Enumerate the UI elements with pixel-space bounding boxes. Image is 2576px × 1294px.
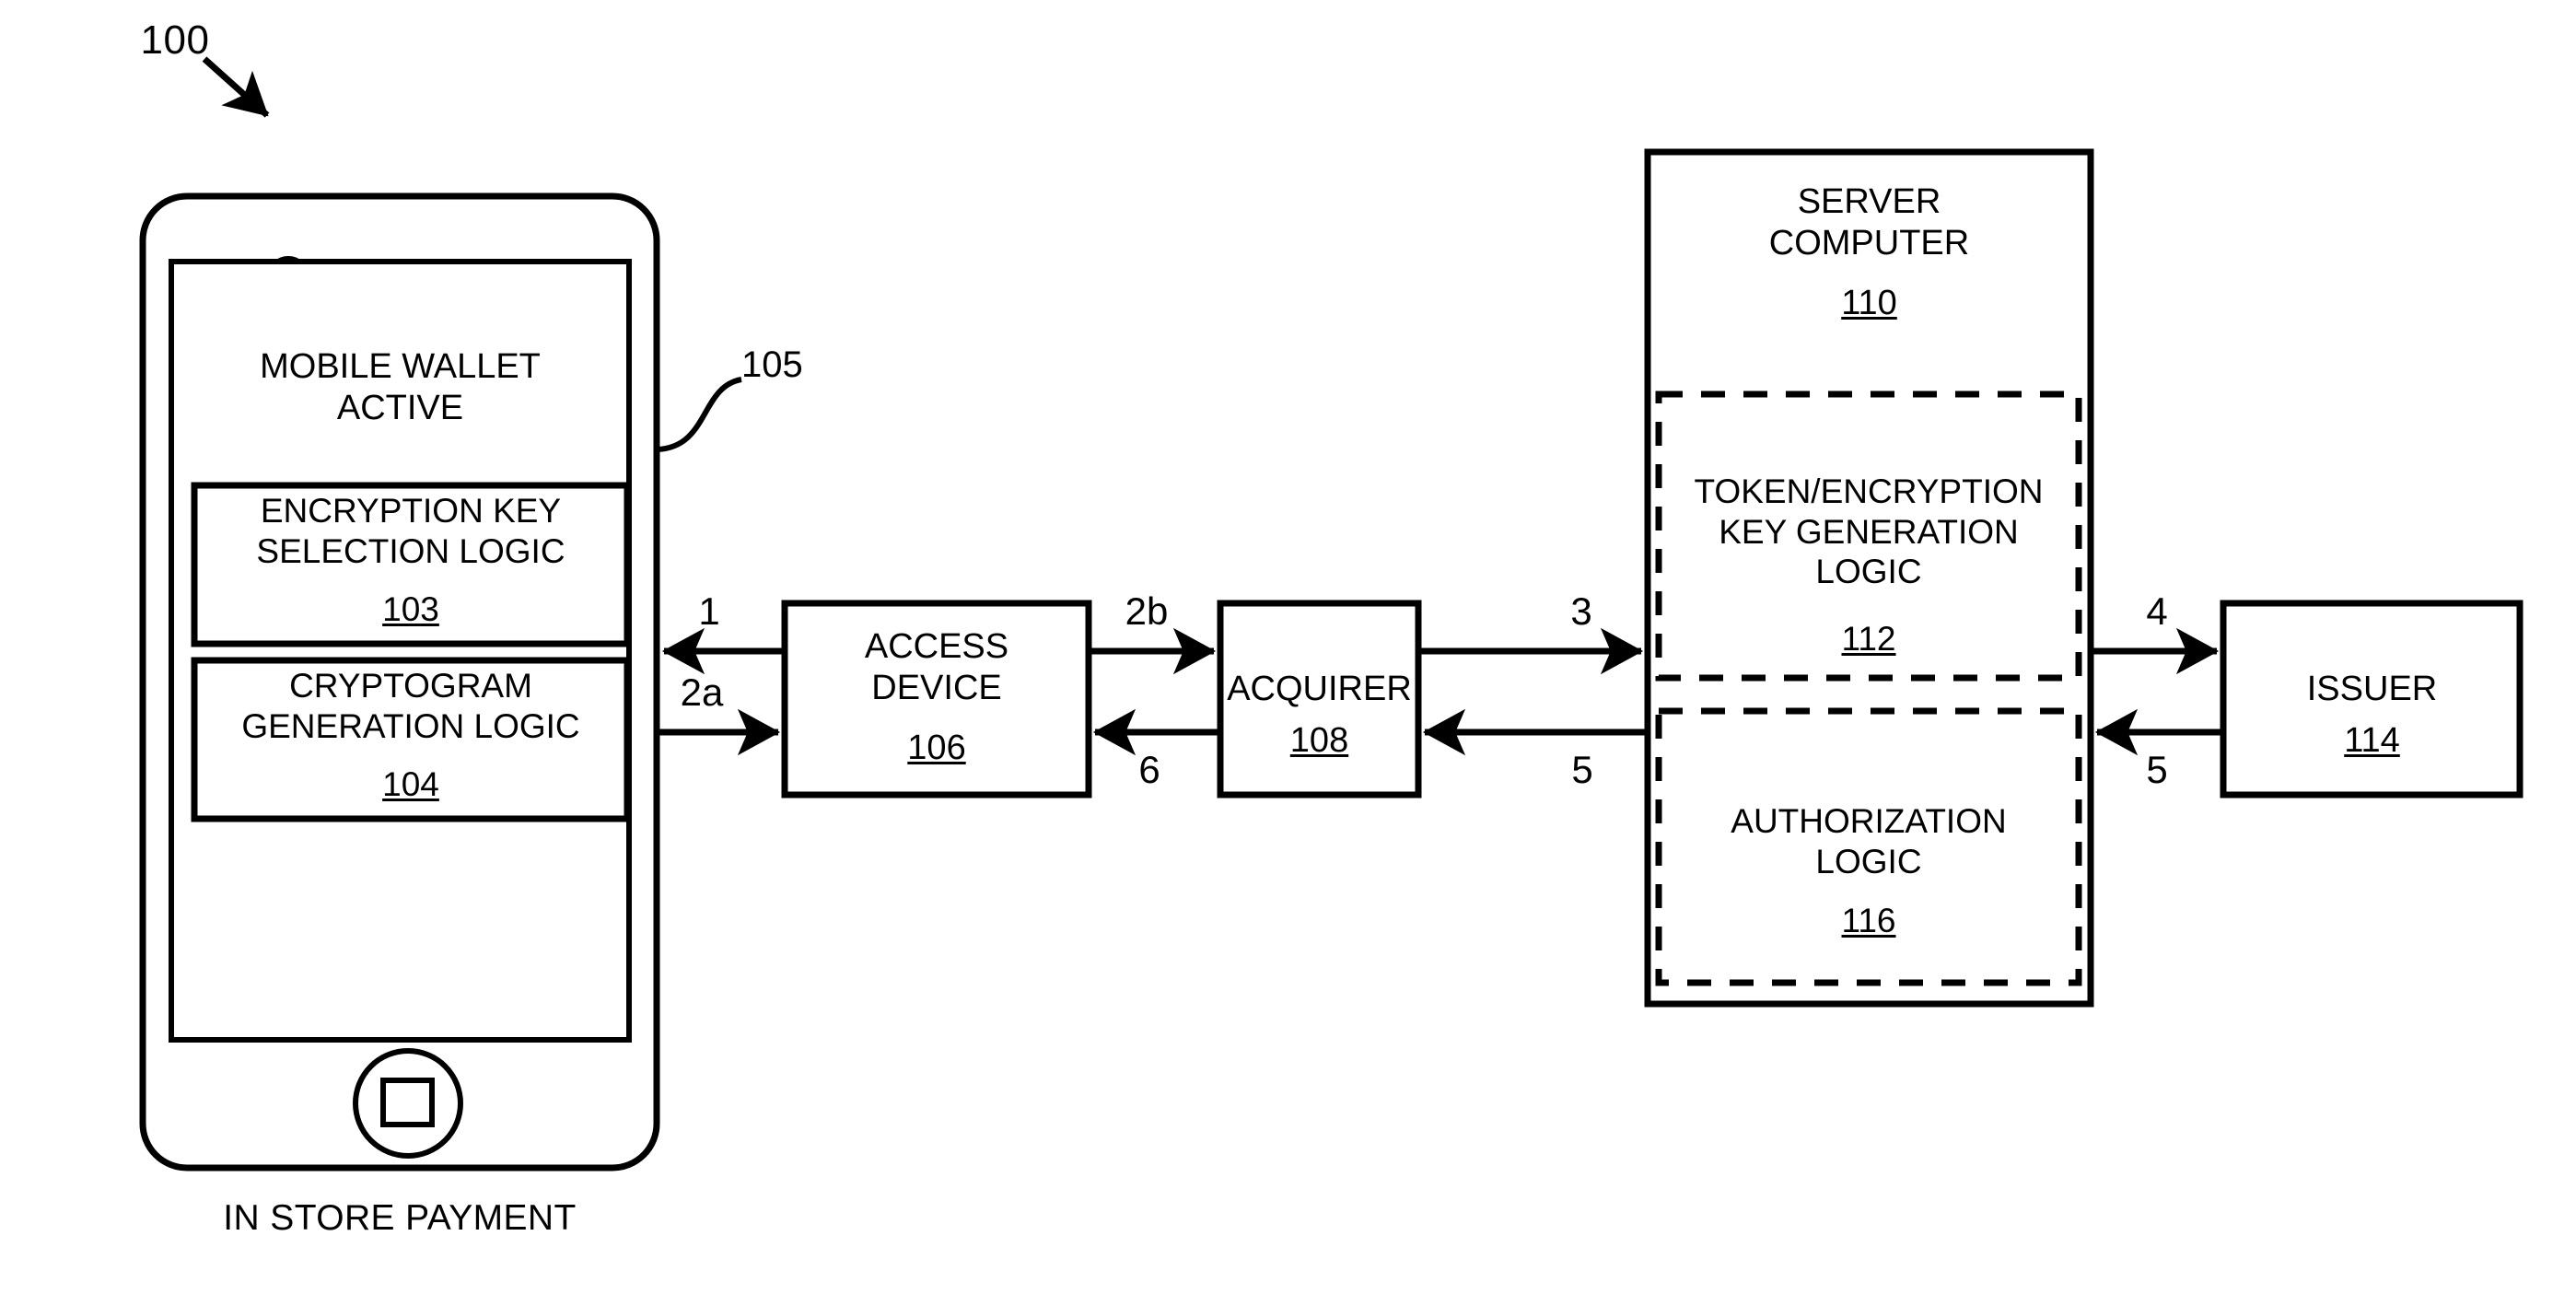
module-label-104: CRYPTOGRAM GENERATION LOGIC — [241, 667, 580, 745]
server-module-label-116: AUTHORIZATION LOGIC — [1731, 802, 2007, 880]
server-module-number-116: 116 — [1841, 902, 1896, 939]
module-number-103: 103 — [382, 590, 439, 628]
node-number-access-device: 106 — [907, 729, 966, 767]
phone-hardware-row — [267, 256, 525, 298]
speaker-grille-icon — [340, 264, 467, 290]
screen-title: MOBILE WALLET ACTIVE — [260, 347, 541, 427]
step-label-1: 1 — [698, 589, 720, 633]
node-label-issuer: ISSUER — [2306, 670, 2438, 708]
home-button-icon[interactable] — [353, 1048, 463, 1159]
node-label-acquirer: ACQUIRER — [1227, 670, 1412, 708]
lead-line-105 — [656, 377, 742, 452]
step-label-3: 3 — [1570, 589, 1592, 633]
step-label-5-acquirer: 5 — [1571, 748, 1593, 791]
figure-reference-leader — [202, 56, 270, 118]
figure-vector-layer — [139, 56, 2524, 1172]
node-number-acquirer: 108 — [1289, 721, 1349, 760]
node-label-server-computer: SERVER COMPUTER — [1768, 182, 1970, 262]
mobile-device-lead-number: 105 — [741, 344, 803, 385]
camera-icon — [267, 256, 309, 298]
module-number-104: 104 — [382, 765, 439, 803]
node-number-issuer: 114 — [2344, 721, 2400, 760]
step-label-2a: 2a — [680, 670, 724, 714]
server-module-label-112: TOKEN/ENCRYPTION KEY GENERATION LOGIC — [1694, 472, 2044, 591]
module-label-103: ENCRYPTION KEY SELECTION LOGIC — [256, 492, 565, 570]
figure-reference-number: 100 — [140, 17, 210, 63]
node-number-server-computer: 110 — [1841, 284, 1897, 322]
proximity-sensor-icon — [499, 264, 525, 290]
patent-figure: 100 105 MOBILE WALLET ACTIVE ENCRYPTION … — [0, 0, 2576, 1294]
node-label-access-device: ACCESS DEVICE — [864, 627, 1009, 707]
server-module-number-112: 112 — [1841, 620, 1896, 658]
step-label-5-issuer: 5 — [2146, 748, 2168, 791]
figure-caption: IN STORE PAYMENT — [223, 1198, 577, 1238]
step-label-6: 6 — [1138, 748, 1160, 791]
step-label-2b: 2b — [1125, 589, 1169, 633]
step-label-4: 4 — [2146, 589, 2168, 633]
